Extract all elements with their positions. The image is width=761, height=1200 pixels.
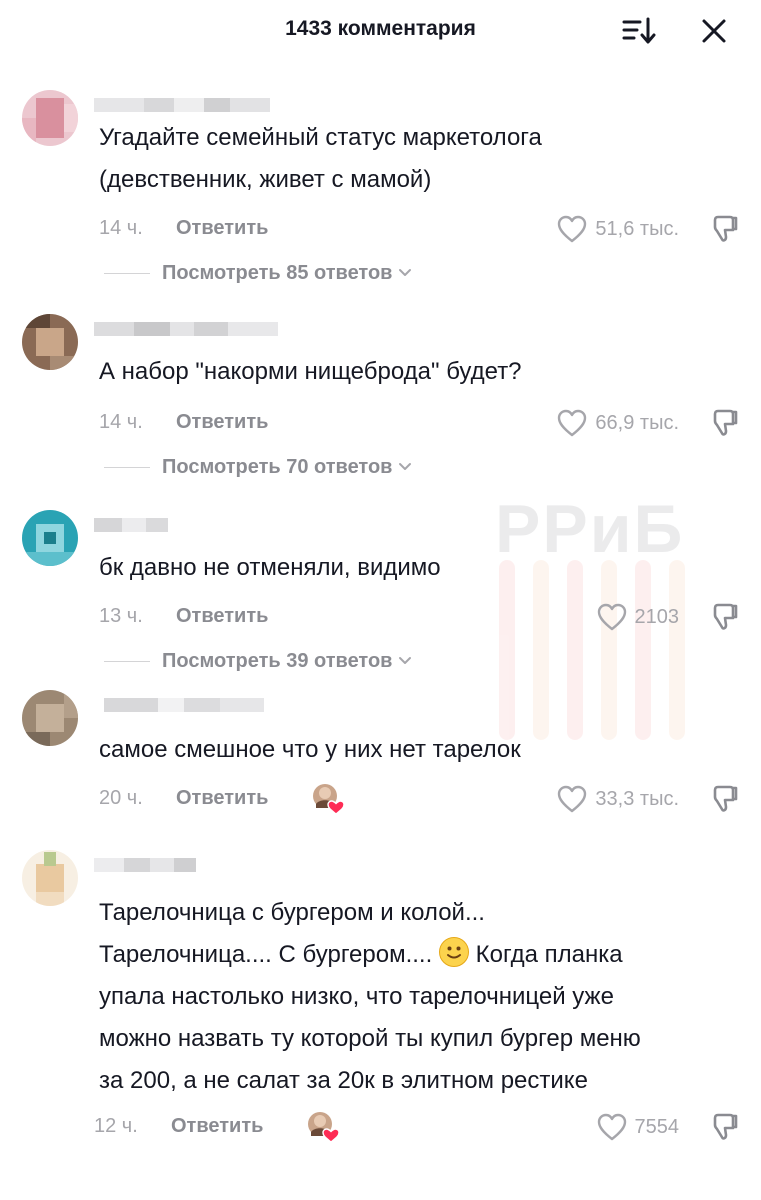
heart-outline-icon bbox=[597, 603, 626, 631]
username-blurred[interactable] bbox=[104, 698, 264, 712]
slightly-smiling-face-emoji bbox=[438, 937, 469, 967]
comment-text: Угадайте семейный статус маркетолога (де… bbox=[99, 117, 739, 201]
comment-text: бк давно не отменяли, видимо bbox=[99, 547, 739, 589]
comment-text-line: (девственник, живет с мамой) bbox=[99, 166, 432, 193]
close-icon bbox=[702, 19, 726, 43]
avatar[interactable] bbox=[22, 690, 78, 746]
username-blurred[interactable] bbox=[94, 518, 168, 532]
replies-divider bbox=[104, 660, 150, 662]
comment-text: самое смешное что у них нет тарелок bbox=[99, 729, 739, 771]
comment-text-line: бк давно не отменяли, видимо bbox=[99, 554, 441, 581]
comment-text-segment: Тарелочница.... С бургером.... bbox=[99, 941, 433, 968]
like-button[interactable]: 33,3 тыс. bbox=[557, 784, 679, 814]
avatar[interactable] bbox=[22, 850, 78, 906]
reply-button[interactable]: Ответить bbox=[176, 217, 268, 240]
view-replies-button[interactable]: Посмотреть 39 ответов bbox=[104, 648, 412, 674]
like-button[interactable]: 66,9 тыс. bbox=[557, 408, 679, 438]
view-replies-label: Посмотреть 39 ответов bbox=[162, 649, 393, 672]
comment-text-line: самое смешное что у них нет тарелок bbox=[99, 736, 521, 763]
comment-text-line: Тарелочница с бургером и колой... bbox=[99, 899, 485, 926]
comment-text-line: Угадайте семейный статус маркетолога bbox=[99, 124, 542, 151]
comment-time: 14 ч. bbox=[99, 411, 143, 433]
avatar[interactable] bbox=[22, 510, 78, 566]
like-button[interactable]: 51,6 тыс. bbox=[557, 214, 679, 244]
comment-text: Тарелочница с бургером и колой... Тарело… bbox=[99, 892, 739, 1102]
comment-meta: 14 ч. Ответить 51,6 тыс. bbox=[99, 214, 739, 244]
sort-button[interactable] bbox=[620, 14, 656, 48]
reply-button[interactable]: Ответить bbox=[171, 1115, 263, 1138]
heart-outline-icon bbox=[558, 215, 587, 243]
comment-text: А набор "накорми нищеброда" будет? bbox=[99, 351, 739, 393]
comment-text-line: А набор "накорми нищеброда" будет? bbox=[99, 358, 522, 385]
avatar[interactable] bbox=[22, 90, 78, 146]
comment-time: 14 ч. bbox=[99, 217, 143, 239]
comment-time: 12 ч. bbox=[94, 1115, 138, 1137]
comments-sheet: 1433 комментария РРиБ Угадайте семейный … bbox=[0, 0, 761, 1200]
thumbs-down-icon[interactable] bbox=[709, 408, 739, 438]
reply-button[interactable]: Ответить bbox=[176, 411, 268, 434]
creator-liked-icon bbox=[308, 1112, 340, 1143]
heart-outline-icon bbox=[597, 1113, 626, 1141]
view-replies-button[interactable]: Посмотреть 85 ответов bbox=[104, 260, 412, 286]
username-blurred[interactable] bbox=[94, 98, 270, 112]
thumbs-down-icon[interactable] bbox=[709, 214, 739, 244]
comment-meta: 12 ч. Ответить 7554 bbox=[94, 1112, 738, 1143]
username-blurred[interactable] bbox=[94, 858, 196, 872]
chevron-down-icon bbox=[399, 463, 412, 470]
chevron-down-icon bbox=[399, 657, 412, 664]
like-count: 7554 bbox=[634, 1115, 680, 1138]
heart-outline-icon bbox=[558, 409, 587, 437]
comment-time: 13 ч. bbox=[99, 605, 143, 627]
close-button[interactable] bbox=[696, 14, 732, 48]
comment-meta: 14 ч. Ответить 66,9 тыс. bbox=[99, 408, 739, 438]
creator-liked-icon bbox=[313, 784, 345, 815]
comment-text-line: можно назвать ту которой ты купил бургер… bbox=[99, 1025, 641, 1052]
sort-icon bbox=[622, 17, 656, 44]
like-button[interactable]: 7554 bbox=[597, 1112, 680, 1142]
like-count: 2103 bbox=[634, 605, 680, 628]
view-replies-button[interactable]: Посмотреть 70 ответов bbox=[104, 454, 412, 480]
like-count: 51,6 тыс. bbox=[595, 217, 679, 240]
like-count: 33,3 тыс. bbox=[595, 787, 679, 810]
comments-header: 1433 комментария bbox=[0, 0, 761, 62]
reply-button[interactable]: Ответить bbox=[176, 787, 268, 810]
comment-text-segment: Когда планка bbox=[475, 941, 623, 968]
like-count: 66,9 тыс. bbox=[595, 411, 679, 434]
comment-meta: 20 ч. Ответить 33,3 тыс. bbox=[99, 784, 739, 815]
replies-divider bbox=[104, 466, 150, 468]
username-blurred[interactable] bbox=[94, 322, 278, 336]
reply-button[interactable]: Ответить bbox=[176, 605, 268, 628]
comment-text-line: за 200, а не салат за 20к в элитном рест… bbox=[99, 1067, 588, 1094]
avatar[interactable] bbox=[22, 314, 78, 370]
comment-text-line: Тарелочница.... С бургером.... Когда пла… bbox=[99, 934, 739, 976]
chevron-down-icon bbox=[399, 269, 412, 276]
replies-divider bbox=[104, 272, 150, 274]
like-button[interactable]: 2103 bbox=[597, 602, 680, 632]
thumbs-down-icon[interactable] bbox=[709, 784, 739, 814]
thumbs-down-icon[interactable] bbox=[709, 602, 739, 632]
comment-meta: 13 ч. Ответить 2103 bbox=[99, 602, 739, 632]
view-replies-label: Посмотреть 70 ответов bbox=[162, 455, 393, 478]
comment-text-line: упала настолько низко, что тарелочницей … bbox=[99, 983, 614, 1010]
view-replies-label: Посмотреть 85 ответов bbox=[162, 261, 393, 284]
comment-time: 20 ч. bbox=[99, 787, 143, 809]
thumbs-down-icon[interactable] bbox=[709, 1112, 739, 1142]
heart-outline-icon bbox=[558, 785, 587, 813]
